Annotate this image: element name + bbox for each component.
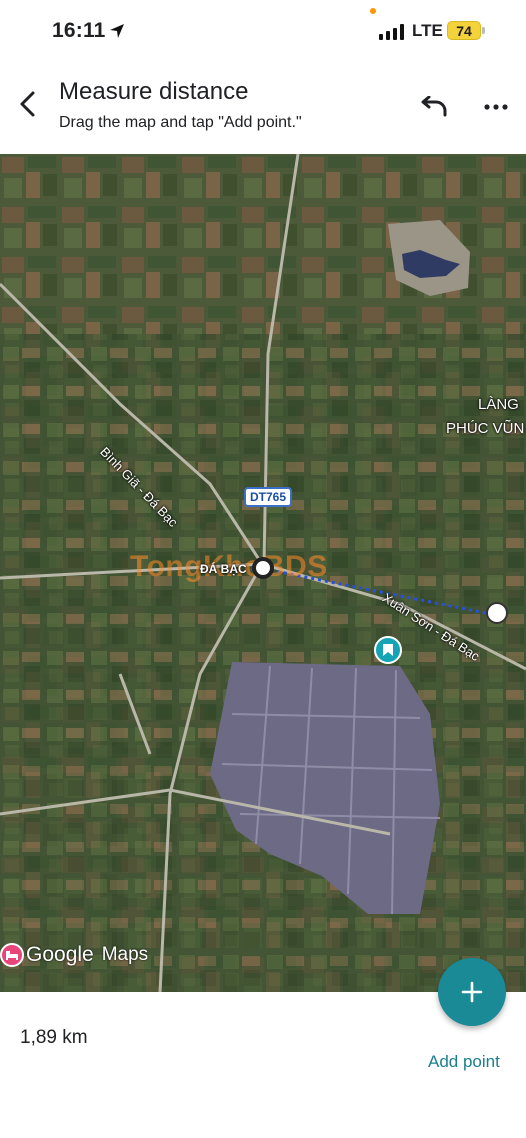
back-arrow-icon — [20, 91, 35, 117]
battery-level: 74 — [447, 21, 481, 40]
bookmark-icon — [383, 644, 393, 656]
more-vert-dots-icon — [484, 104, 508, 110]
page-subtitle: Drag the map and tap "Add point." — [59, 114, 302, 131]
cellular-signal-icon — [379, 24, 404, 40]
app-header: Measure distance Drag the map and tap "A… — [0, 62, 526, 154]
add-point-button[interactable]: Add point — [428, 1052, 500, 1072]
map-label-town: ĐÁ BẠC — [200, 562, 247, 576]
page-title: Measure distance — [59, 78, 249, 105]
map-label-village-line1: LÀNG — [478, 396, 519, 413]
measure-start-point[interactable] — [252, 557, 274, 579]
saved-place-pin[interactable] — [374, 636, 402, 664]
add-point-fab[interactable] — [438, 958, 506, 1026]
satellite-map[interactable]: LÀNG PHÚC VŨN Bình Giã - Đá Bạc Xuân Sơn… — [0, 154, 526, 992]
status-time: 16:11 — [52, 19, 106, 42]
google-wordmark: Google — [26, 943, 94, 966]
map-label-village-line2: PHÚC VŨN — [446, 420, 525, 437]
route-shield: DT765 — [244, 487, 293, 507]
measure-crosshair-point — [486, 602, 508, 624]
battery-icon: 74 — [447, 21, 485, 40]
hotel-icon[interactable] — [0, 943, 24, 967]
back-button[interactable] — [10, 84, 46, 124]
privacy-indicator-dot — [370, 8, 376, 14]
plus-icon — [461, 981, 483, 1003]
undo-icon — [421, 96, 447, 117]
total-distance: 1,89 km — [20, 1027, 88, 1048]
status-bar: 16:11 LTE 74 — [0, 0, 526, 62]
google-maps-attribution: Google Maps — [0, 940, 148, 970]
more-options-button[interactable] — [478, 92, 514, 122]
network-type: LTE — [412, 21, 443, 40]
undo-button[interactable] — [414, 92, 452, 122]
location-arrow-icon — [110, 24, 124, 38]
maps-wordmark: Maps — [101, 944, 149, 965]
